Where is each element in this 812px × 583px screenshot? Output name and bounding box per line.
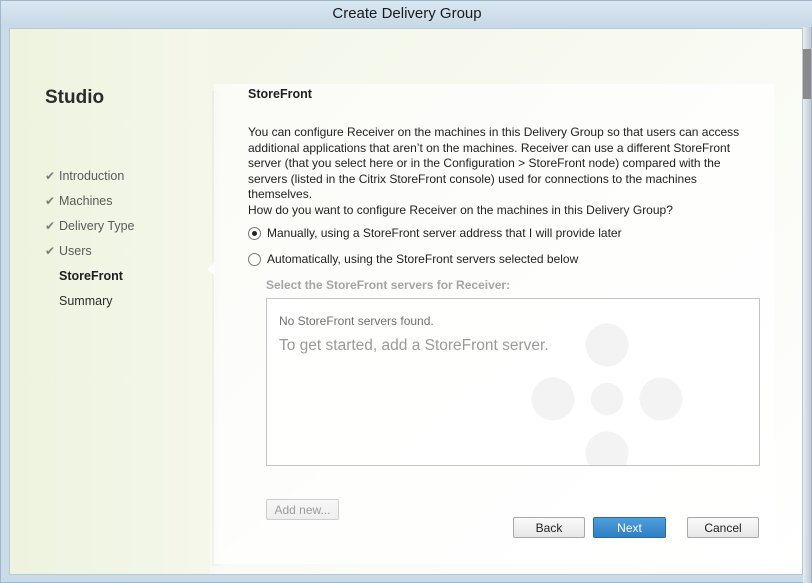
option-manual[interactable]: Manually, using a StoreFront server addr… xyxy=(248,226,622,240)
check-icon: ✔ xyxy=(45,218,56,233)
sidebar-heading: Studio xyxy=(45,87,105,108)
back-button[interactable]: Back xyxy=(513,517,585,538)
wizard-steps: ✔ Introduction ✔ Machines ✔ Delivery Typ… xyxy=(45,163,135,313)
option-automatic[interactable]: Automatically, using the StoreFront serv… xyxy=(248,252,578,266)
step-label: StoreFront xyxy=(59,268,123,283)
step-delivery-type[interactable]: ✔ Delivery Type xyxy=(45,213,135,238)
next-button[interactable]: Next xyxy=(593,517,666,538)
step-label: Introduction xyxy=(59,168,125,183)
check-icon: ✔ xyxy=(45,168,56,183)
check-icon: ✔ xyxy=(45,193,56,208)
empty-message: No StoreFront servers found. xyxy=(279,314,434,328)
step-introduction[interactable]: ✔ Introduction xyxy=(45,163,135,188)
step-label: Machines xyxy=(59,193,113,208)
page-description: You can configure Receiver on the machin… xyxy=(248,125,740,201)
wizard-dialog: Studio ✔ Introduction ✔ Machines ✔ Deliv… xyxy=(9,28,803,575)
title-bar[interactable]: Create Delivery Group xyxy=(1,1,812,27)
step-summary: Summary xyxy=(45,288,135,313)
step-label: Delivery Type xyxy=(59,218,135,233)
servers-label: Select the StoreFront servers for Receiv… xyxy=(266,278,511,292)
radio-automatic[interactable] xyxy=(248,252,261,266)
storefront-server-list[interactable]: No StoreFront servers found. To get star… xyxy=(266,298,760,466)
wizard-content: StoreFront You can configure Receiver on… xyxy=(214,84,774,564)
window-frame: Create Delivery Group Studio ✔ Introduct… xyxy=(0,0,812,583)
citrix-watermark-icon xyxy=(531,323,683,465)
window-title: Create Delivery Group xyxy=(332,5,482,22)
step-machines[interactable]: ✔ Machines xyxy=(45,188,135,213)
wizard-sidebar: Studio ✔ Introduction ✔ Machines ✔ Deliv… xyxy=(10,29,210,574)
receiver-question: How do you want to configure Receiver on… xyxy=(248,203,673,217)
empty-hint: To get started, add a StoreFront server. xyxy=(279,337,549,354)
step-storefront[interactable]: StoreFront xyxy=(45,263,135,288)
add-new-button[interactable]: Add new... xyxy=(266,499,339,520)
background-window-edge xyxy=(803,27,811,583)
option-manual-label[interactable]: Manually, using a StoreFront server addr… xyxy=(267,226,622,240)
check-icon: ✔ xyxy=(45,243,56,258)
scrollbar-thumb[interactable] xyxy=(803,49,811,99)
page-title: StoreFront xyxy=(248,87,312,101)
step-label: Users xyxy=(59,243,92,258)
option-automatic-label[interactable]: Automatically, using the StoreFront serv… xyxy=(267,252,578,266)
step-label: Summary xyxy=(59,293,113,308)
step-users[interactable]: ✔ Users xyxy=(45,238,135,263)
radio-manual[interactable] xyxy=(248,226,261,240)
cancel-button[interactable]: Cancel xyxy=(687,517,759,538)
